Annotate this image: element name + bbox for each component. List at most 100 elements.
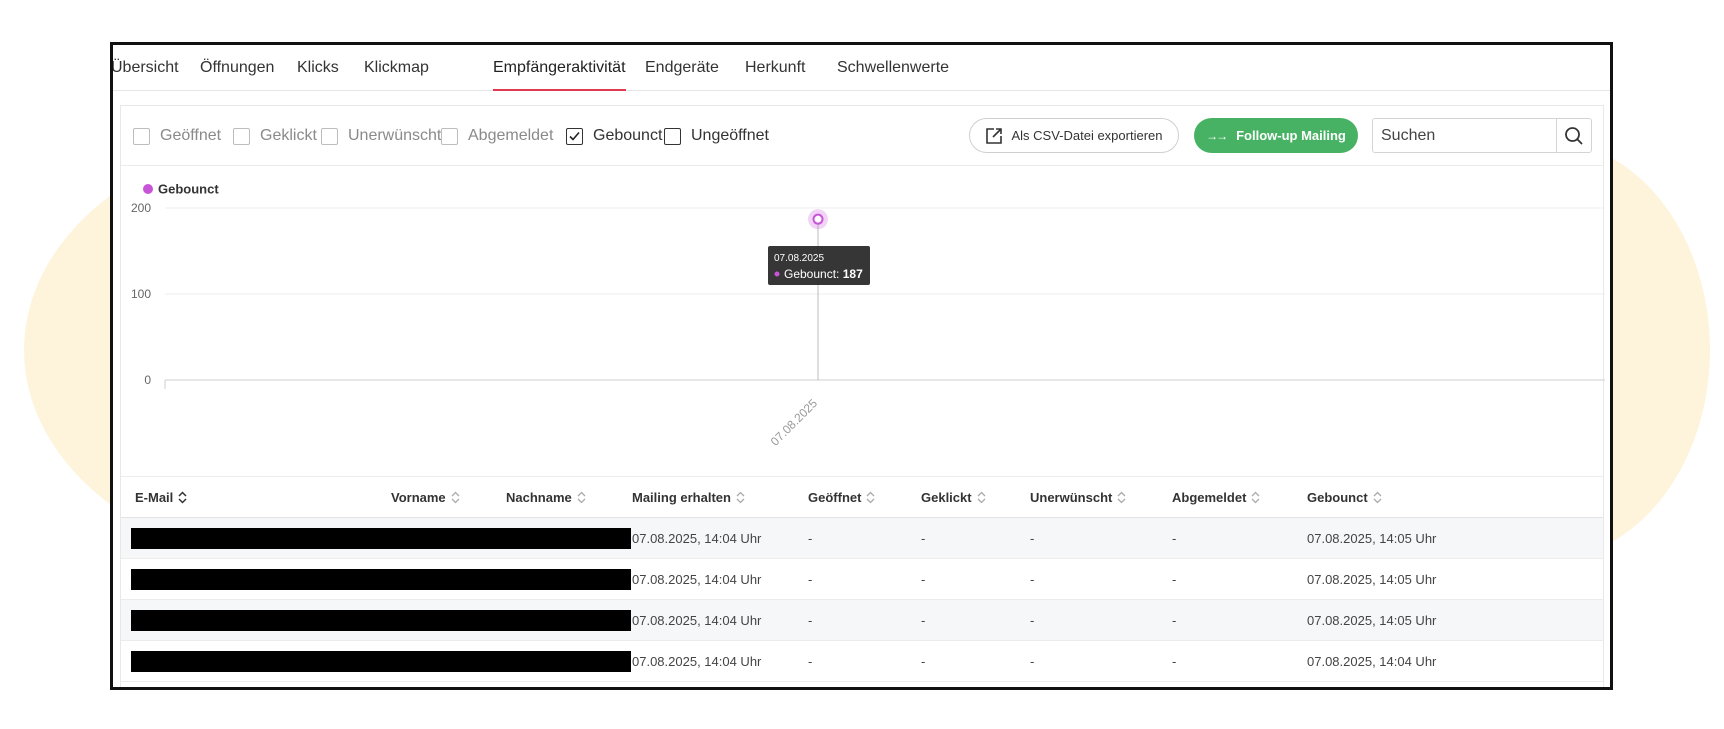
cell-geoeffnet: -	[808, 654, 813, 669]
redacted-contact	[131, 651, 631, 672]
search-box	[1372, 118, 1592, 153]
cell-geoeffnet: -	[808, 531, 813, 546]
cell-mailing-erhalten: 07.08.2025, 14:04 Uhr	[632, 531, 762, 546]
cell-geoeffnet: -	[808, 613, 813, 628]
tab-endgeraete[interactable]: Endgeräte	[645, 59, 719, 77]
tab-uebersicht[interactable]: Übersicht	[113, 59, 179, 77]
tab-empfaengeraktivitaet[interactable]: Empfängeraktivität	[493, 59, 626, 77]
cell-abgemeldet: -	[1172, 654, 1177, 669]
bounce-chart: Gebounct 0 100 200 07.08.2025 07.08.2025 Geb…	[121, 167, 1605, 467]
redacted-contact	[131, 569, 631, 590]
column-header-email[interactable]: E-Mail	[135, 490, 187, 505]
column-header-abgemeldet[interactable]: Abgemeldet	[1172, 490, 1260, 505]
redacted-contact	[131, 528, 631, 549]
column-header-gebounct[interactable]: Gebounct	[1307, 490, 1382, 505]
tooltip-date: 07.08.2025	[774, 253, 824, 264]
sort-icon	[1117, 491, 1126, 504]
search-icon	[1565, 126, 1583, 145]
table-row[interactable]: 07.08.2025, 14:04 Uhr - - - - 07.08.2025…	[121, 600, 1603, 641]
filter-label: Ungeöffnet	[691, 127, 769, 144]
table-row[interactable]: 07.08.2025, 14:04 Uhr - - - - 07.08.2025…	[121, 559, 1603, 600]
tab-schwellenwerte[interactable]: Schwellenwerte	[837, 59, 949, 77]
cell-abgemeldet: -	[1172, 572, 1177, 587]
sort-icon	[178, 491, 187, 504]
table-header: E-Mail Vorname Nachname Mailing erhalten…	[121, 476, 1603, 518]
filter-abgemeldet[interactable]: Abgemeldet	[441, 126, 553, 146]
checkbox-ungeoeffnet[interactable]	[664, 127, 681, 145]
cell-mailing-erhalten: 07.08.2025, 14:04 Uhr	[632, 613, 762, 628]
filter-geoeffnet[interactable]: Geöffnet	[133, 126, 221, 146]
cell-geklickt: -	[921, 531, 926, 546]
cell-unerwuenscht: -	[1030, 654, 1035, 669]
cell-unerwuenscht: -	[1030, 531, 1035, 546]
checkbox-abgemeldet[interactable]	[441, 127, 458, 145]
cell-mailing-erhalten: 07.08.2025, 14:04 Uhr	[632, 654, 762, 669]
table-row[interactable]: 07.08.2025, 14:04 Uhr - - - - 07.08.2025…	[121, 641, 1603, 682]
sort-icon	[1251, 491, 1260, 504]
legend-label-gebounct[interactable]: Gebounct	[158, 182, 219, 197]
search-input[interactable]	[1373, 119, 1557, 152]
column-header-geoeffnet[interactable]: Geöffnet	[808, 490, 875, 505]
cell-abgemeldet: -	[1172, 531, 1177, 546]
filter-toolbar: Geöffnet Geklickt Unerwünscht Abgemeldet…	[121, 106, 1603, 166]
double-arrow-icon: →→	[1206, 128, 1228, 143]
filter-label: Gebounct	[593, 127, 663, 144]
cell-unerwuenscht: -	[1030, 572, 1035, 587]
cell-abgemeldet: -	[1172, 613, 1177, 628]
filter-label: Geöffnet	[160, 127, 222, 144]
tab-oeffnungen[interactable]: Öffnungen	[200, 59, 274, 77]
followup-mailing-button[interactable]: →→ Follow-up Mailing	[1194, 118, 1358, 153]
filter-label: Unerwünscht	[348, 127, 442, 144]
cell-geklickt: -	[921, 572, 926, 587]
checkbox-geoeffnet[interactable]	[133, 127, 150, 145]
column-header-unerwuenscht[interactable]: Unerwünscht	[1030, 490, 1126, 505]
cell-geoeffnet: -	[808, 572, 813, 587]
chart-canvas: Gebounct 0 100 200 07.08.2025 07.08.2025 Geb…	[131, 182, 1605, 449]
filter-ungeoeffnet[interactable]: Ungeöffnet	[664, 126, 769, 146]
search-button[interactable]	[1556, 119, 1591, 152]
column-header-nachname[interactable]: Nachname	[506, 490, 586, 505]
recipients-table: E-Mail Vorname Nachname Mailing erhalten…	[121, 476, 1603, 682]
active-tab-indicator	[493, 89, 626, 91]
export-csv-button[interactable]: Als CSV-Datei exportieren	[969, 118, 1179, 153]
filter-gebounct[interactable]: Gebounct	[566, 126, 662, 146]
tab-herkunft[interactable]: Herkunft	[745, 59, 805, 77]
data-point[interactable]	[812, 213, 824, 225]
checkbox-geklickt[interactable]	[233, 127, 250, 145]
tab-klicks[interactable]: Klicks	[297, 59, 339, 77]
external-link-icon	[985, 127, 1003, 145]
sort-icon	[1373, 491, 1382, 504]
tab-klickmap[interactable]: Klickmap	[364, 59, 429, 77]
checkbox-gebounct[interactable]	[566, 127, 583, 145]
cell-gebounct: 07.08.2025, 14:05 Uhr	[1307, 613, 1437, 628]
cell-geklickt: -	[921, 654, 926, 669]
checkbox-unerwuenscht[interactable]	[321, 127, 338, 145]
filter-geklickt[interactable]: Geklickt	[233, 126, 317, 146]
export-csv-label: Als CSV-Datei exportieren	[1011, 128, 1163, 143]
app-window: Übersicht Öffnungen Klicks Klickmap Empf…	[110, 42, 1613, 690]
cell-mailing-erhalten: 07.08.2025, 14:04 Uhr	[632, 572, 762, 587]
activity-panel: Geöffnet Geklickt Unerwünscht Abgemeldet…	[120, 105, 1605, 687]
sort-icon	[736, 491, 745, 504]
cell-unerwuenscht: -	[1030, 613, 1035, 628]
legend-marker	[143, 184, 153, 194]
y-tick-label: 100	[131, 287, 151, 301]
x-tick-label: 07.08.2025	[768, 396, 821, 449]
filter-unerwuenscht[interactable]: Unerwünscht	[321, 126, 441, 146]
column-header-mailing-erhalten[interactable]: Mailing erhalten	[632, 490, 745, 505]
filter-label: Geklickt	[260, 127, 317, 144]
y-tick-label: 200	[131, 201, 151, 215]
cell-gebounct: 07.08.2025, 14:05 Uhr	[1307, 531, 1437, 546]
column-header-vorname[interactable]: Vorname	[391, 490, 460, 505]
tooltip-series-marker	[774, 271, 780, 277]
cell-gebounct: 07.08.2025, 14:05 Uhr	[1307, 572, 1437, 587]
followup-mailing-label: Follow-up Mailing	[1236, 128, 1346, 143]
check-icon	[569, 131, 580, 141]
sort-icon	[451, 491, 460, 504]
tab-bar: Übersicht Öffnungen Klicks Klickmap Empf…	[113, 45, 1610, 91]
cell-gebounct: 07.08.2025, 14:04 Uhr	[1307, 654, 1437, 669]
table-row[interactable]: 07.08.2025, 14:04 Uhr - - - - 07.08.2025…	[121, 518, 1603, 559]
column-header-geklickt[interactable]: Geklickt	[921, 490, 986, 505]
filter-label: Abgemeldet	[468, 127, 554, 144]
sort-icon	[977, 491, 986, 504]
